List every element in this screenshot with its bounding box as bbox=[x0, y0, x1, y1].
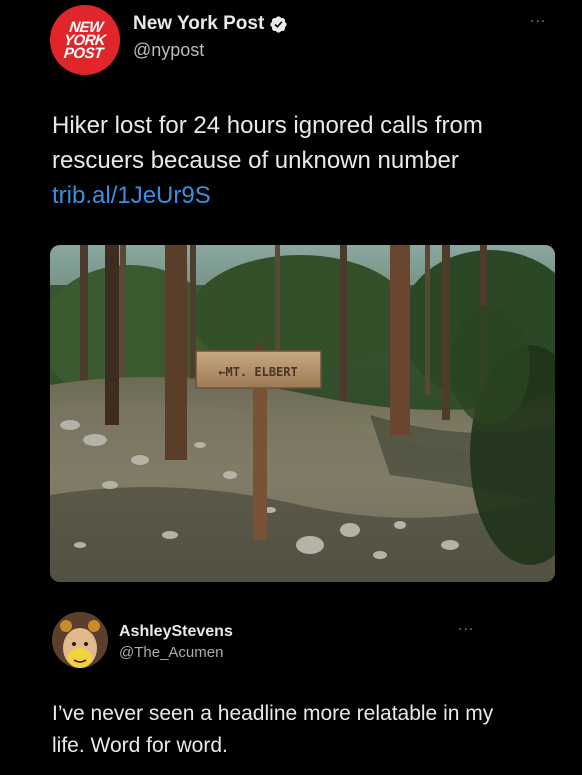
reply-more-options-icon[interactable]: ··· bbox=[458, 622, 474, 638]
ashley-avatar[interactable] bbox=[52, 612, 108, 668]
reply-display-name[interactable]: AshleyStevens bbox=[119, 623, 233, 641]
trail-sign-text: ←MT. ELBERT bbox=[218, 365, 297, 379]
author-display-name[interactable]: New York Post bbox=[133, 13, 288, 35]
author-handle[interactable]: @nypost bbox=[133, 40, 204, 61]
tweet-link[interactable]: trib.al/1JeUr9S bbox=[52, 182, 211, 209]
forest-trail-photo: ←MT. ELBERT bbox=[50, 245, 555, 582]
tweet-text-body: Hiker lost for 24 hours ignored calls fr… bbox=[52, 112, 483, 174]
nypost-logo: NEW YORK POST bbox=[63, 18, 107, 62]
author-name-text: New York Post bbox=[133, 13, 265, 34]
more-options-icon[interactable]: ··· bbox=[530, 14, 546, 30]
tweet-media-image[interactable]: ←MT. ELBERT bbox=[50, 245, 555, 582]
nypost-avatar[interactable]: NEW YORK POST bbox=[50, 5, 120, 75]
reply-handle[interactable]: @The_Acumen bbox=[119, 644, 223, 661]
tweet-text: Hiker lost for 24 hours ignored calls fr… bbox=[52, 108, 552, 213]
avatar-face-photo bbox=[52, 612, 108, 668]
verified-badge-icon bbox=[270, 15, 287, 33]
reply-text: I’ve never seen a headline more relatabl… bbox=[52, 702, 494, 757]
